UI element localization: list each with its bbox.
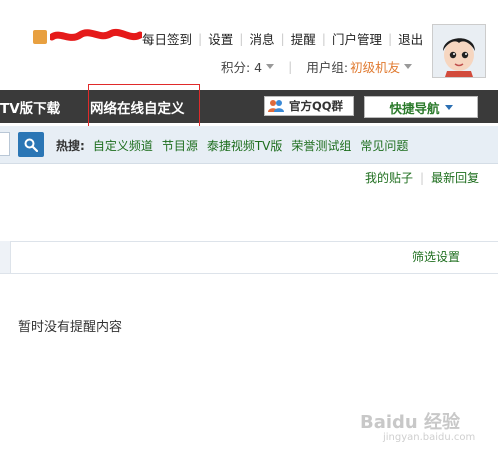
quick-nav-button[interactable]: 快捷导航: [364, 96, 478, 118]
watermark-url: jingyan.baidu.com: [383, 432, 476, 443]
latest-replies-link[interactable]: 最新回复: [431, 169, 479, 186]
separator: |: [387, 30, 393, 46]
separator: |: [420, 170, 425, 185]
hot-item-tv-app[interactable]: 泰捷视频TV版: [207, 137, 283, 154]
top-links: 每日签到 | 设置 | 消息 | 提醒 | 门户管理 | 退出: [142, 29, 423, 47]
avatar[interactable]: [432, 24, 486, 78]
separator: |: [239, 30, 244, 46]
highlight-annotation-box: [88, 84, 200, 128]
search-button[interactable]: [18, 132, 44, 157]
chevron-down-icon: [444, 104, 453, 110]
people-icon: [268, 100, 284, 112]
panel-border-top: [0, 241, 498, 242]
chevron-down-icon[interactable]: [404, 64, 413, 69]
avatar-cartoon-icon: [433, 25, 485, 77]
messages-link[interactable]: 消息: [249, 29, 274, 48]
checkin-link[interactable]: 每日签到: [142, 29, 192, 48]
panel-tab-edge: [0, 241, 11, 274]
search-icon: [24, 138, 38, 152]
panel-border-bottom: [0, 273, 498, 274]
points-label[interactable]: 积分: 4: [221, 57, 262, 76]
user-status-icon: [33, 30, 47, 44]
separator: |: [321, 30, 326, 46]
hot-item-faq[interactable]: 常见问题: [360, 137, 408, 154]
qq-group-label: 官方QQ群: [289, 99, 344, 113]
chevron-down-icon[interactable]: [266, 64, 275, 69]
logout-link[interactable]: 退出: [398, 29, 423, 48]
nav-item-tv-download[interactable]: TV版下载: [0, 97, 60, 117]
hot-item-test-group[interactable]: 荣誉测试组: [291, 137, 351, 154]
user-group-value[interactable]: 初级机友: [350, 57, 400, 76]
filter-settings-link[interactable]: 筛选设置: [412, 248, 460, 265]
settings-link[interactable]: 设置: [208, 29, 233, 48]
user-group-label: 用户组:: [306, 60, 349, 75]
hot-item-program-source[interactable]: 节目源: [162, 137, 198, 154]
hot-search-label: 热搜:: [56, 139, 85, 153]
redacted-username-scribble: [50, 28, 142, 41]
quick-nav-label: 快捷导航: [389, 100, 440, 116]
post-links: 我的贴子 | 最新回复: [365, 169, 479, 186]
separator: |: [280, 30, 285, 46]
search-input[interactable]: [0, 132, 10, 156]
reminders-link[interactable]: 提醒: [291, 29, 316, 48]
qq-group-button[interactable]: 官方QQ群: [264, 96, 354, 116]
separator: |: [198, 30, 203, 46]
empty-reminders-message: 暂时没有提醒内容: [18, 320, 123, 335]
user-points-row: 积分: 4 | 用户组: 初级机友: [221, 57, 413, 76]
baidu-watermark: Baidu 经验: [360, 412, 461, 433]
hot-item-custom-channel[interactable]: 自定义频道: [93, 137, 153, 154]
portal-admin-link[interactable]: 门户管理: [332, 29, 382, 48]
separator: |: [288, 59, 293, 74]
my-posts-link[interactable]: 我的贴子: [365, 169, 413, 186]
hot-search-row: 热搜: 自定义频道 节目源 泰捷视频TV版 荣誉测试组 常见问题: [56, 137, 417, 154]
